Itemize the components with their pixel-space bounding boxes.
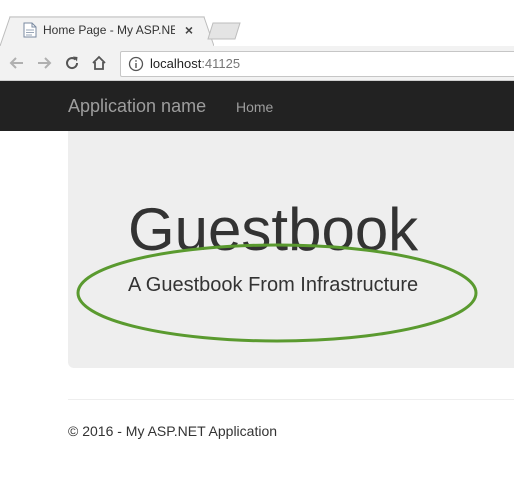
reload-icon[interactable] [63, 54, 81, 72]
site-navbar: Application name Home [0, 81, 514, 131]
forward-arrow-icon[interactable] [35, 54, 53, 72]
browser-tab[interactable]: Home Page - My ASP.NE × [0, 16, 214, 46]
footer-divider [68, 399, 514, 400]
url-text: localhost:41125 [150, 56, 240, 71]
document-icon [23, 22, 37, 38]
jumbotron: Guestbook A Guestbook From Infrastructur… [68, 131, 514, 368]
home-icon[interactable] [90, 54, 108, 72]
nav-link-home[interactable]: Home [236, 99, 273, 115]
tab-title: Home Page - My ASP.NE [43, 23, 175, 37]
close-icon[interactable]: × [181, 22, 197, 38]
lead-text: A Guestbook From Infrastructure [128, 274, 419, 296]
browser-tab-strip: Home Page - My ASP.NE × [0, 0, 514, 46]
footer-text: © 2016 - My ASP.NET Application [68, 423, 278, 439]
back-arrow-icon[interactable] [8, 54, 26, 72]
page-title: Guestbook [128, 196, 419, 263]
info-icon[interactable] [128, 56, 144, 72]
url-host: localhost [150, 56, 202, 71]
address-bar[interactable]: localhost:41125 [120, 51, 514, 77]
new-tab-button[interactable] [206, 22, 242, 40]
brand-link[interactable]: Application name [68, 96, 206, 117]
url-port: :41125 [201, 56, 241, 71]
browser-toolbar: localhost:41125 [0, 46, 514, 81]
